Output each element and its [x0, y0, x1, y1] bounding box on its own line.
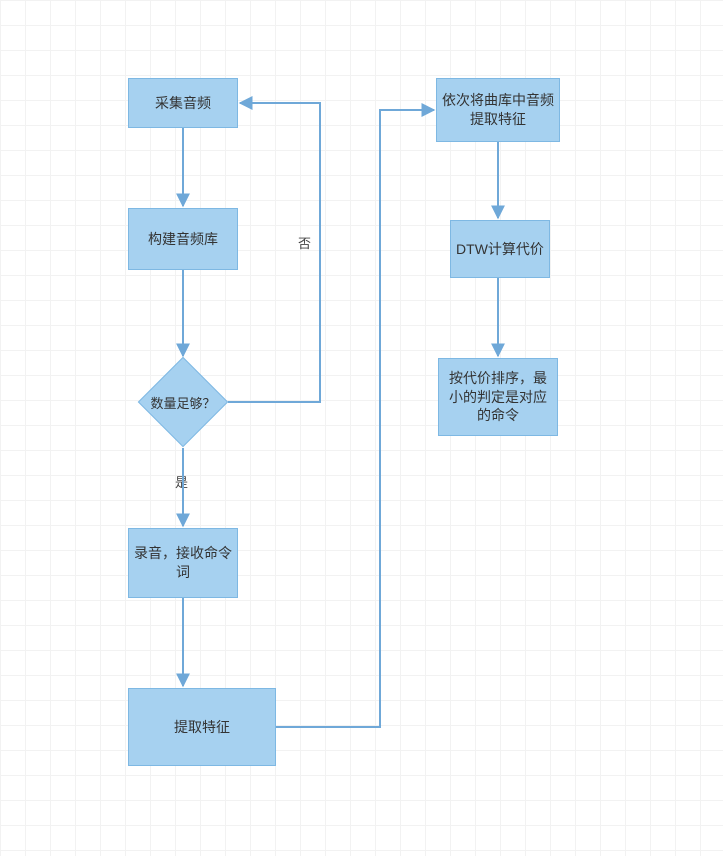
node-dtw-cost: DTW计算代价 [450, 220, 550, 278]
edge-n3-n1 [228, 103, 320, 402]
node-label: 构建音频库 [148, 230, 218, 249]
edge-label-no: 否 [298, 233, 311, 252]
node-label: 按代价排序，最小的判定是对应的命令 [443, 369, 553, 426]
node-sort-result: 按代价排序，最小的判定是对应的命令 [438, 358, 558, 436]
node-label: 录音，接收命令词 [133, 544, 233, 582]
node-label: 采集音频 [155, 94, 211, 113]
node-build-library: 构建音频库 [128, 208, 238, 270]
node-label: 依次将曲库中音频提取特征 [441, 91, 555, 129]
node-extract-features: 提取特征 [128, 688, 276, 766]
node-label: 提取特征 [174, 718, 230, 737]
edge-n5-n6 [276, 110, 434, 727]
node-extract-library-features: 依次将曲库中音频提取特征 [436, 78, 560, 142]
edge-label-yes: 是 [175, 472, 188, 491]
node-collect-audio: 采集音频 [128, 78, 238, 128]
edges-layer [0, 0, 723, 856]
node-label: DTW计算代价 [456, 240, 544, 259]
node-label: 数量足够？ [138, 357, 228, 447]
node-record-command: 录音，接收命令词 [128, 528, 238, 598]
node-enough-quantity: 数量足够？ [138, 357, 228, 447]
